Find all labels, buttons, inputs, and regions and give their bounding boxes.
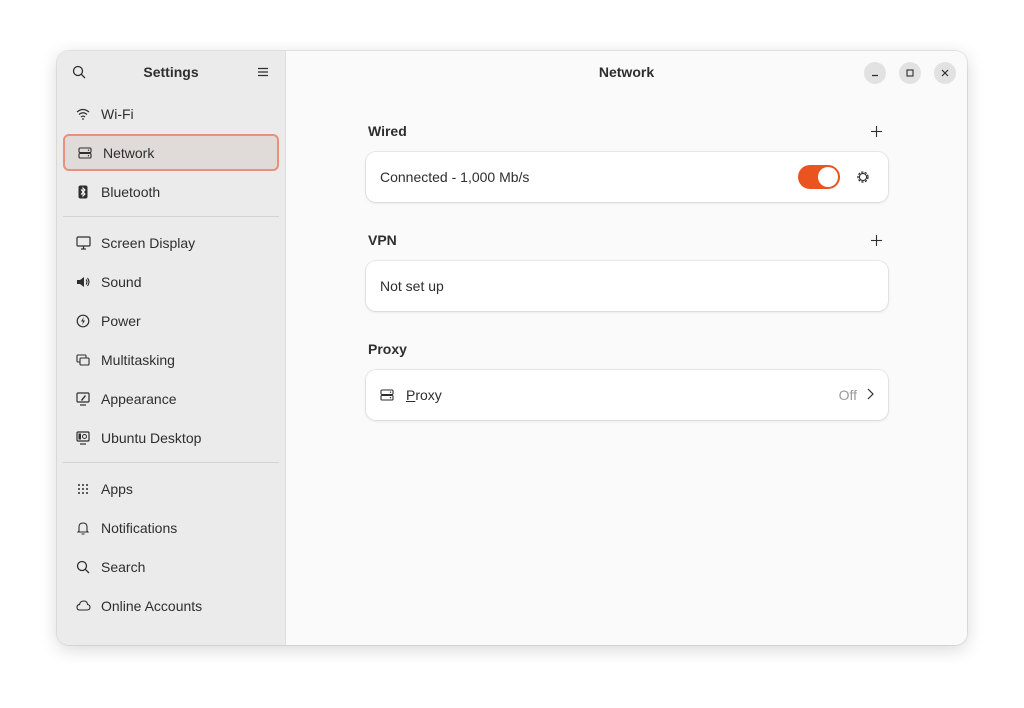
maximize-icon [906, 69, 914, 77]
sidebar-title: Settings [143, 64, 199, 80]
sidebar-item-ubuntu-desktop[interactable]: Ubuntu Desktop [63, 419, 279, 456]
header-bar: Network [286, 51, 967, 93]
page-title: Network [598, 64, 655, 80]
sidebar-item-label: Search [101, 558, 146, 575]
sidebar-separator [63, 462, 279, 463]
cloud-icon [75, 598, 91, 614]
sidebar-item-label: Multitasking [101, 351, 175, 368]
wired-section-header: Wired [366, 117, 888, 145]
sidebar-item-label: Screen Display [101, 234, 196, 251]
wired-heading: Wired [368, 123, 407, 139]
proxy-label-rest: roxy [415, 387, 442, 403]
sidebar-item-screen-display[interactable]: Screen Display [63, 224, 279, 261]
sidebar-item-label: Bluetooth [101, 183, 161, 200]
sidebar-item-label: Online Accounts [101, 597, 203, 614]
proxy-section-header: Proxy [366, 335, 888, 363]
close-button[interactable] [934, 62, 956, 84]
add-vpn-button[interactable] [866, 230, 886, 250]
wired-connection-row: Connected - 1,000 Mb/s [366, 152, 888, 202]
sidebar-item-label: Power [101, 312, 141, 329]
bluetooth-icon [75, 184, 91, 200]
proxy-mnemonic: P [406, 387, 416, 403]
sidebar-item-label: Apps [101, 480, 133, 497]
proxy-label: Proxy [406, 387, 442, 403]
gear-icon [857, 171, 869, 183]
vpn-status: Not set up [380, 278, 444, 294]
close-icon [941, 69, 949, 77]
sidebar-list: Wi-Fi Network Bluetooth Screen Display S… [57, 95, 285, 624]
main-panel: Network Wired Connected - 1,000 Mb/s VPN… [286, 51, 967, 645]
sidebar-item-label: Notifications [101, 519, 178, 536]
multitasking-icon [75, 352, 91, 368]
chevron-right-icon [867, 387, 874, 403]
proxy-value: Off [838, 387, 857, 403]
wifi-icon [75, 106, 91, 122]
vpn-row: Not set up [366, 261, 888, 311]
sidebar-item-sound[interactable]: Sound [63, 263, 279, 300]
power-icon [75, 313, 91, 329]
sidebar-separator [63, 216, 279, 217]
wired-toggle[interactable] [798, 165, 840, 189]
wired-status: Connected - 1,000 Mb/s [380, 169, 530, 185]
sidebar-item-bluetooth[interactable]: Bluetooth [63, 173, 279, 210]
plus-icon [870, 234, 882, 246]
settings-window: Settings Wi-Fi Network Bluetooth Screen … [57, 51, 967, 645]
search-icon [75, 559, 91, 575]
sidebar-item-multitasking[interactable]: Multitasking [63, 341, 279, 378]
maximize-button[interactable] [899, 62, 921, 84]
add-wired-button[interactable] [866, 121, 886, 141]
display-icon [75, 235, 91, 251]
sidebar: Settings Wi-Fi Network Bluetooth Screen … [57, 51, 286, 645]
sidebar-header: Settings [57, 51, 285, 93]
sidebar-item-label: Sound [101, 273, 142, 290]
search-icon[interactable] [69, 62, 89, 82]
minimize-icon [872, 74, 878, 77]
vpn-section-header: VPN [366, 226, 888, 254]
sidebar-item-label: Appearance [101, 390, 177, 407]
network-icon [77, 145, 93, 161]
appearance-icon [75, 391, 91, 407]
network-icon [380, 387, 396, 403]
network-content: Wired Connected - 1,000 Mb/s VPN Not set… [366, 117, 888, 420]
window-controls [864, 62, 956, 84]
ubuntu-desktop-icon [75, 430, 91, 446]
sidebar-item-label: Wi-Fi [101, 105, 134, 122]
wired-settings-button[interactable] [852, 166, 874, 188]
plus-icon [870, 125, 882, 137]
sidebar-item-label: Ubuntu Desktop [101, 429, 202, 446]
bell-icon [75, 520, 91, 536]
sidebar-item-wifi[interactable]: Wi-Fi [63, 95, 279, 132]
sidebar-item-search[interactable]: Search [63, 548, 279, 585]
sidebar-item-network[interactable]: Network [63, 134, 279, 171]
sidebar-item-apps[interactable]: Apps [63, 470, 279, 507]
minimize-button[interactable] [864, 62, 886, 84]
apps-icon [75, 481, 91, 497]
proxy-heading: Proxy [368, 341, 407, 357]
sound-icon [75, 274, 91, 290]
proxy-row[interactable]: Proxy Off [366, 370, 888, 420]
vpn-heading: VPN [368, 232, 397, 248]
sidebar-item-appearance[interactable]: Appearance [63, 380, 279, 417]
sidebar-item-label: Network [103, 144, 155, 161]
sidebar-item-power[interactable]: Power [63, 302, 279, 339]
sidebar-item-notifications[interactable]: Notifications [63, 509, 279, 546]
toggle-knob [818, 167, 838, 187]
menu-icon[interactable] [253, 62, 273, 82]
sidebar-item-online-accounts[interactable]: Online Accounts [63, 587, 279, 624]
